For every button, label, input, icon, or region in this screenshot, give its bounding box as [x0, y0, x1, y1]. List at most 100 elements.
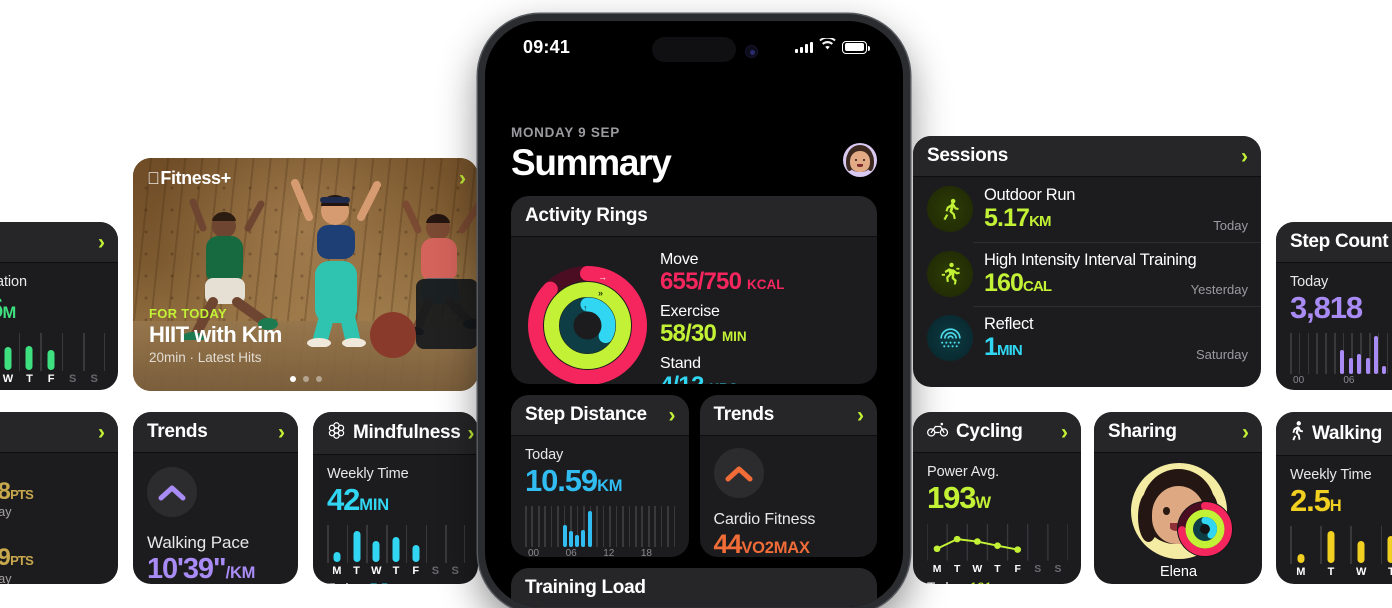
mindfulness-weekday-chart: MTWTFSS [327, 525, 465, 577]
sharing-title: Sharing [1108, 421, 1177, 442]
chevron-right-icon[interactable]: › [459, 168, 466, 189]
weekday-label: S [431, 565, 440, 578]
chart-bar [568, 531, 573, 548]
cycling-value: 193W [927, 480, 991, 515]
walking-footer: Today: 25 MIN [1290, 582, 1392, 584]
axis-tick-label: 06 [1343, 375, 1355, 387]
carousel-pager[interactable] [289, 376, 322, 382]
chevron-right-icon[interactable]: › [1241, 146, 1248, 167]
card-fitness-plus[interactable]: Fitness+ › FOR TODAY HIIT with Kim 20mi… [133, 158, 478, 391]
card-competition[interactable]: ring › Elena 2,158PTS 514 Today Me 2,689… [0, 412, 118, 584]
step-count-title: Step Count [1290, 231, 1389, 252]
competitor-points: 2,158PTS [0, 478, 34, 505]
hiking-header: iking › [0, 222, 118, 263]
metric-label: Move [660, 251, 699, 268]
chevron-right-icon[interactable]: › [857, 405, 864, 426]
chart-bar [1357, 353, 1362, 375]
weekday-column: S [425, 525, 446, 578]
step-distance-period: Today [525, 447, 564, 463]
trends-walking-value: 10'39"/KM [147, 553, 256, 584]
card-sessions[interactable]: Sessions › Outdoor Run 5.17KM Today High [913, 136, 1261, 387]
trends-walking-body: Walking Pace 10'39"/KM [133, 453, 298, 584]
session-info: Reflect 1MIN [984, 315, 1185, 362]
session-value: 5.17KM [984, 204, 1051, 232]
svg-text:T: T [994, 565, 1001, 576]
card-cycling[interactable]: Cycling › Power Avg. 193W MTWTFSS Today:… [913, 412, 1081, 584]
card-mindfulness[interactable]: Mindfulness › Weekly Time 42MIN MTWTFSS … [313, 412, 478, 584]
pager-dot[interactable] [302, 376, 309, 382]
weekday-column: W [366, 525, 386, 577]
fitness-plus-header: Fitness+ › [147, 168, 466, 189]
cycling-metric-label: Power Avg. [927, 464, 1000, 480]
volume-down-button[interactable] [478, 277, 480, 333]
chevron-right-icon[interactable]: › [98, 422, 105, 443]
weekday-label: T [26, 373, 33, 386]
session-name: Reflect [984, 315, 1034, 333]
memoji [843, 143, 877, 177]
volume-up-button[interactable] [478, 207, 480, 263]
metric-exercise: Exercise 58/30 MIN [660, 303, 863, 348]
summary-row-two: Step Distance › Today 10.59KM 00 06 12 18 T… [511, 395, 877, 557]
mindfulness-header: Mindfulness › [313, 412, 478, 455]
axis-tick-label: 00 [1293, 375, 1305, 387]
chart-bar [562, 525, 567, 548]
session-item[interactable]: High Intensity Interval Training 160CAL … [913, 241, 1261, 307]
svg-text:↑: ↑ [583, 303, 588, 313]
sessions-header: Sessions › [913, 136, 1261, 177]
step-count-hourly-chart: 000612 [1290, 333, 1392, 389]
competition-header: ring › [0, 412, 118, 453]
chart-bar [575, 535, 580, 548]
step-distance-hourly-chart: 00 06 12 18 [525, 506, 676, 557]
card-walking[interactable]: Walking › Weekly Time 2.5H MTWTF Today: … [1276, 412, 1392, 584]
trends-cardio-header: Trends › [699, 395, 877, 436]
front-camera [745, 45, 758, 58]
weekday-label: T [353, 565, 360, 578]
sharing-stat: 74% · 370/500KCAL [1108, 581, 1249, 584]
card-training-load[interactable]: Training Load [511, 568, 877, 607]
chevron-right-icon[interactable]: › [278, 422, 285, 443]
walking-person-icon [1290, 421, 1305, 446]
hiking-footer: : 657 M [0, 389, 105, 390]
weekday-column: M [1290, 526, 1312, 578]
session-item[interactable]: Reflect 1MIN Saturday [913, 306, 1261, 371]
axis-tick-label: 12 [603, 548, 615, 557]
walking-weekday-chart: MTWTF [1290, 526, 1392, 578]
chevron-right-icon[interactable]: › [98, 232, 105, 253]
weekday-label: W [2, 373, 14, 386]
trends-walking-header: Trends › [133, 412, 298, 453]
pager-dot[interactable] [315, 376, 322, 382]
session-item[interactable]: Outdoor Run 5.17KM Today [913, 177, 1261, 242]
competitor-name: Me [0, 530, 105, 545]
weekday-column: S [445, 525, 465, 577]
wifi-icon [819, 36, 836, 56]
weekday-label: T [392, 565, 400, 578]
metric-label: Exercise [660, 302, 720, 320]
card-step-count[interactable]: Step Count Today 3,818 000612 [1276, 222, 1392, 390]
step-distance-title: Step Distance [525, 404, 647, 425]
card-hiking[interactable]: iking › ly Elevation 586M MTWTFSS : 657 … [0, 222, 118, 390]
competition-row: Me 2,689PTS 327 Today [0, 530, 105, 584]
card-activity-rings[interactable]: Activity Rings → » ↑ Move 655/750 KCAL E… [511, 196, 877, 384]
status-time: 09:41 [523, 36, 571, 57]
chevron-right-icon[interactable]: › [468, 423, 475, 444]
trends-cardio-metric-label: Cardio Fitness [713, 511, 816, 528]
session-name: High Intensity Interval Training [984, 250, 1197, 269]
chevron-right-icon[interactable]: › [1242, 422, 1249, 443]
card-sharing[interactable]: Sharing › Elena [1094, 412, 1262, 584]
elena-memoji-avatar [1130, 463, 1233, 559]
svg-text:M: M [933, 565, 942, 576]
card-trends-cardio[interactable]: Trends › Cardio Fitness 44VO2MAX [699, 395, 877, 557]
competitor-name: Elena [0, 464, 105, 479]
card-trends-walking-pace[interactable]: Trends › Walking Pace 10'39"/KM [133, 412, 298, 584]
chart-bar [1373, 336, 1378, 375]
walking-value: 2.5H [1290, 483, 1342, 518]
cycling-line-svg: MTWTFSS [926, 524, 1069, 576]
mute-switch[interactable] [478, 141, 480, 175]
chevron-right-icon[interactable]: › [1061, 422, 1068, 443]
step-distance-value: 10.59KM [525, 463, 623, 498]
card-step-distance[interactable]: Step Distance › Today 10.59KM 00 06 12 18 [511, 395, 689, 557]
profile-avatar[interactable] [843, 143, 877, 177]
chevron-right-icon[interactable]: › [669, 405, 676, 426]
pager-dot[interactable] [289, 376, 296, 382]
weekday-column: F [405, 525, 426, 577]
